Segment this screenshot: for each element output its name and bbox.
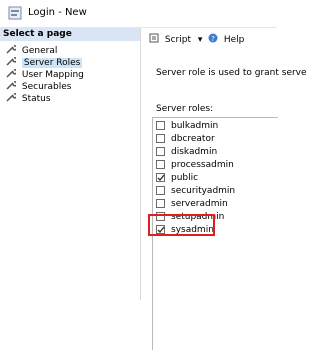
sidebar-item-label: Status (21, 94, 51, 104)
role-checkbox[interactable] (156, 134, 165, 143)
window-title: Login - New (28, 7, 87, 18)
role-item-diskadmin[interactable]: diskadmin (156, 146, 217, 158)
sidebar-item-server-roles[interactable]: Server Roles (6, 56, 83, 68)
help-icon: ? (208, 33, 218, 43)
server-roles-label: Server roles: (156, 104, 214, 114)
toolbar: Script ▾ ? Help (141, 28, 277, 50)
sysadmin-highlight-box (148, 214, 215, 236)
role-item-securityadmin[interactable]: securityadmin (156, 185, 235, 197)
role-label: public (171, 173, 199, 183)
chevron-down-icon[interactable]: ▾ (198, 35, 203, 45)
role-label: processadmin (171, 160, 234, 170)
page-selector-panel: Select a page General Server Roles User … (0, 28, 141, 300)
role-item-dbcreator[interactable]: dbcreator (156, 133, 215, 145)
sidebar-item-securables[interactable]: Securables (6, 80, 71, 92)
role-label: securityadmin (171, 186, 236, 196)
wrench-icon (6, 45, 16, 54)
role-item-processadmin[interactable]: processadmin (156, 159, 234, 171)
sidebar-item-label: Securables (21, 82, 72, 92)
sidebar-item-label: Server Roles (21, 58, 83, 68)
role-checkbox[interactable] (156, 186, 165, 195)
role-label: diskadmin (171, 147, 218, 157)
role-checkbox[interactable] (156, 160, 165, 169)
wrench-icon (6, 93, 16, 102)
svg-text:?: ? (211, 35, 215, 43)
role-item-serveradmin[interactable]: serveradmin (156, 198, 228, 210)
sidebar-item-label: General (21, 46, 58, 56)
sidebar-item-user-mapping[interactable]: User Mapping (6, 68, 84, 80)
sidebar-item-status[interactable]: Status (6, 92, 51, 104)
sidebar-item-general[interactable]: General (6, 44, 57, 56)
script-icon (149, 33, 159, 43)
role-label: dbcreator (171, 134, 215, 144)
page-description: Server role is used to grant serve (156, 68, 307, 78)
wrench-icon (6, 57, 16, 66)
role-item-public[interactable]: public (156, 172, 198, 184)
script-button[interactable]: Script ▾ (149, 33, 202, 45)
checkmark-icon (157, 174, 165, 182)
role-checkbox[interactable] (156, 121, 165, 130)
role-item-bulkadmin[interactable]: bulkadmin (156, 120, 218, 132)
help-button[interactable]: ? Help (208, 33, 244, 45)
server-roles-page: Server role is used to grant serve Serve… (141, 50, 307, 350)
login-app-icon (8, 6, 22, 20)
role-label: serveradmin (171, 199, 228, 209)
help-label: Help (223, 35, 245, 45)
wrench-icon (6, 81, 16, 90)
wrench-icon (6, 69, 16, 78)
select-a-page-header: Select a page (0, 28, 140, 41)
title-bar: Login - New (0, 0, 277, 28)
role-checkbox[interactable] (156, 147, 165, 156)
role-checkbox[interactable] (156, 199, 165, 208)
script-label: Script (164, 35, 191, 45)
sidebar-item-label: User Mapping (21, 70, 84, 80)
role-checkbox[interactable] (156, 173, 165, 182)
role-label: bulkadmin (171, 121, 219, 131)
